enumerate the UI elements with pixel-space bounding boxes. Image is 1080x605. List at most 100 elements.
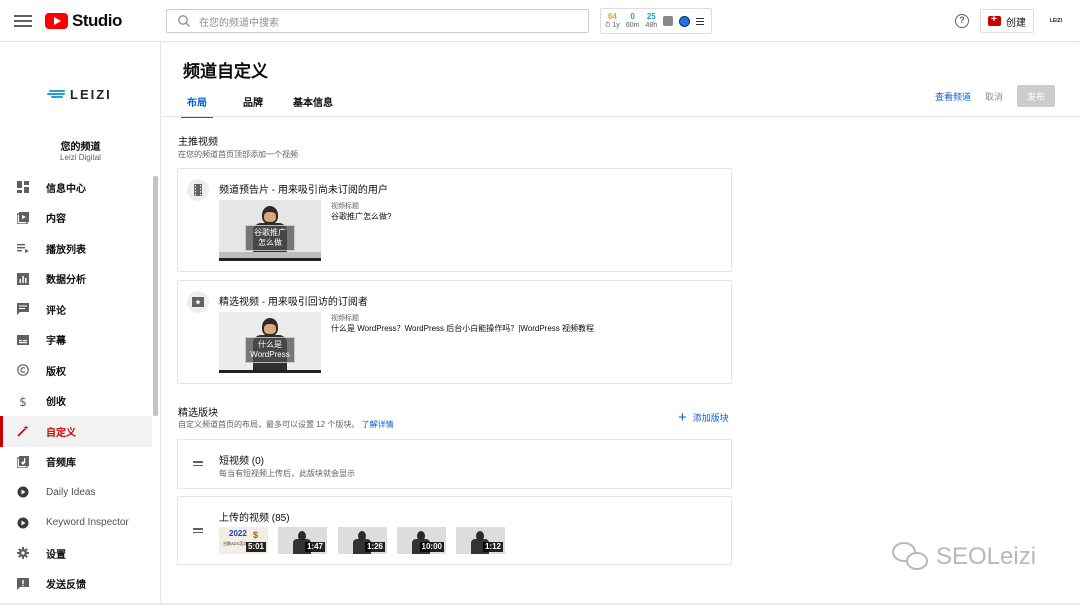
video-title-label: 视频标题 [331, 315, 359, 322]
upload-thumbnail[interactable]: 1:26 [338, 527, 387, 554]
subtitles-icon [17, 334, 29, 346]
sidebar-item-content[interactable]: 内容 [0, 203, 152, 234]
customization-tabs: 布局 品牌 基本信息 [181, 88, 337, 118]
create-button[interactable]: 创建 [980, 9, 1034, 33]
view-channel-link[interactable]: 查看频道 [935, 90, 971, 103]
studio-logo[interactable]: Studio [45, 11, 122, 31]
sidebar-item-comments[interactable]: 评论 [0, 294, 152, 325]
tab-layout[interactable]: 布局 [181, 88, 213, 118]
shorts-section-card[interactable]: 短视频 (0) 每当有短视频上传后，此版块就会显示 [177, 439, 732, 489]
stat-value: 25 [646, 12, 656, 21]
feedback-icon [17, 577, 29, 590]
featured-thumbnail[interactable]: 什么是 WordPress [219, 312, 321, 373]
thumb-person-head [358, 531, 366, 541]
audio-library-icon [17, 455, 29, 468]
sidebar-item-copyright[interactable]: 版权 [0, 355, 152, 386]
channel-name: Leizi Digital [60, 153, 101, 162]
drag-handle-icon[interactable] [193, 526, 203, 535]
thumb-person-face [264, 324, 276, 334]
wechat-watermark: SEOLeizi [892, 542, 1036, 572]
sidebar-item-label: Keyword Inspector [46, 517, 129, 529]
sidebar-item-daily-ideas[interactable]: Daily Ideas [0, 477, 152, 508]
sidebar-item-label: 音频库 [46, 458, 76, 470]
create-label: 创建 [1006, 17, 1026, 29]
menu-lines-icon[interactable] [696, 16, 705, 27]
page-title: 频道自定义 [183, 62, 268, 81]
sidebar-item-dashboard[interactable]: 信息中心 [0, 172, 152, 203]
settings-icon [17, 547, 29, 560]
video-duration: 1:26 [364, 542, 385, 552]
add-section-button[interactable]: + 添加版块 [678, 410, 729, 425]
sidebar-scrollbar[interactable] [153, 176, 158, 416]
video-duration: 1:12 [482, 542, 503, 552]
video-duration: 1:47 [304, 542, 325, 552]
playlist-icon [17, 242, 29, 254]
sidebar-item-customization[interactable]: 自定义 [0, 416, 152, 447]
tubebuddy-icon [17, 486, 29, 498]
watermark-text: SEOLeizi [936, 543, 1037, 570]
sidebar-item-settings[interactable]: 设置 [0, 538, 152, 569]
cancel-button[interactable]: 取消 [985, 90, 1003, 103]
channel-logo-mark-icon [47, 88, 67, 100]
tubebuddy-stats-widget[interactable]: 64 ⏱ 1y 0 60m 25 48h [600, 8, 712, 34]
uploads-section-title: 上传的视频 (85) [219, 513, 290, 524]
stat-views-60m: 0 60m [626, 12, 640, 30]
search-placeholder[interactable]: 在您的频道中搜索 [199, 14, 279, 29]
sidebar-item-label: 设置 [46, 549, 66, 561]
featured-sections-subtitle-text: 自定义频道首页的布局，最多可以设置 12 个版块。 [178, 420, 360, 429]
hamburger-menu-icon[interactable] [14, 12, 32, 28]
sidebar-item-label: Daily Ideas [46, 486, 96, 498]
publish-button[interactable]: 发布 [1017, 85, 1055, 107]
shorts-section-title: 短视频 (0) [219, 456, 264, 467]
thumb-caption-line: 什么是 [258, 340, 282, 349]
dashboard-icon [17, 181, 29, 194]
video-title-value: 什么是 WordPress？WordPress 后台小白能操作吗？|WordPr… [331, 324, 594, 333]
channel-trailer-card[interactable]: 频道预告片 - 用来吸引尚未订阅的用户 谷歌推广 怎么做 视频标题 谷歌推广怎么… [177, 168, 732, 272]
copyright-icon [17, 364, 29, 377]
learn-more-link[interactable]: 了解详情 [362, 420, 394, 429]
thumb-caption: 谷歌推广 怎么做 [245, 225, 295, 251]
spotlight-section-subtitle: 在您的频道首页顶部添加一个视频 [178, 150, 298, 159]
thumb-year-text: 2022 [229, 529, 247, 538]
sidebar-item-audio-library[interactable]: 音频库 [0, 447, 152, 478]
chart-icon[interactable] [663, 16, 674, 26]
thumb-person-face [264, 212, 276, 222]
sidebar-item-label: 版权 [46, 366, 66, 378]
sidebar-item-monetization[interactable]: $ 创收 [0, 386, 152, 417]
sidebar-item-keyword-inspector[interactable]: Keyword Inspector [0, 508, 152, 539]
upload-thumbnail[interactable]: 10:00 [397, 527, 446, 554]
uploads-section-card[interactable]: 上传的视频 (85) 2022 $ 谷歌ADS怎么 5:01 1:47 1:26… [177, 496, 732, 565]
sidebar-item-feedback[interactable]: 发送反馈 [0, 569, 152, 600]
magic-wand-icon [17, 425, 29, 437]
stat-label: 48h [645, 22, 658, 29]
sidebar-item-label: 发送反馈 [46, 580, 86, 592]
tab-basic-info[interactable]: 基本信息 [289, 88, 337, 118]
thumb-person-head [417, 531, 425, 541]
search-box[interactable]: 在您的频道中搜索 [166, 9, 589, 33]
sidebar-item-playlists[interactable]: 播放列表 [0, 233, 152, 264]
thumb-caption-line: 谷歌推广 [254, 228, 286, 237]
thumb-desk [219, 252, 321, 258]
sidebar-item-label: 数据分析 [46, 275, 86, 287]
film-strip-icon [187, 179, 209, 201]
thumb-small-text: 谷歌ADS怎么 [223, 541, 248, 546]
stat-views-48h: 25 48h [645, 12, 657, 30]
sidebar-item-analytics[interactable]: 数据分析 [0, 264, 152, 295]
upload-thumbnail[interactable]: 2022 $ 谷歌ADS怎么 5:01 [219, 527, 268, 554]
upload-thumbnail[interactable]: 1:47 [278, 527, 327, 554]
account-avatar[interactable]: LEIZI [1046, 14, 1066, 28]
tubebuddy-icon[interactable] [679, 15, 691, 27]
sidebar-item-subtitles[interactable]: 字幕 [0, 325, 152, 356]
upload-thumbnail[interactable]: 1:12 [456, 527, 505, 554]
drag-handle-icon[interactable] [193, 459, 203, 468]
spotlight-section-title: 主推视频 [178, 137, 218, 148]
help-icon[interactable]: ? [955, 14, 969, 28]
trailer-thumbnail[interactable]: 谷歌推广 怎么做 [219, 200, 321, 261]
stat-label: ⏱ 1y [605, 22, 620, 29]
featured-card-title: 精选视频 - 用来吸引回访的订阅者 [219, 297, 368, 308]
channel-logo[interactable]: LEIZI [47, 84, 113, 104]
tab-branding[interactable]: 品牌 [231, 88, 275, 118]
featured-video-card[interactable]: 精选视频 - 用来吸引回访的订阅者 什么是 WordPress 视频标题 什么是… [177, 280, 732, 384]
stat-views-1y: 64 ⏱ 1y [605, 12, 620, 30]
thumb-caption: 什么是 WordPress [245, 337, 295, 363]
